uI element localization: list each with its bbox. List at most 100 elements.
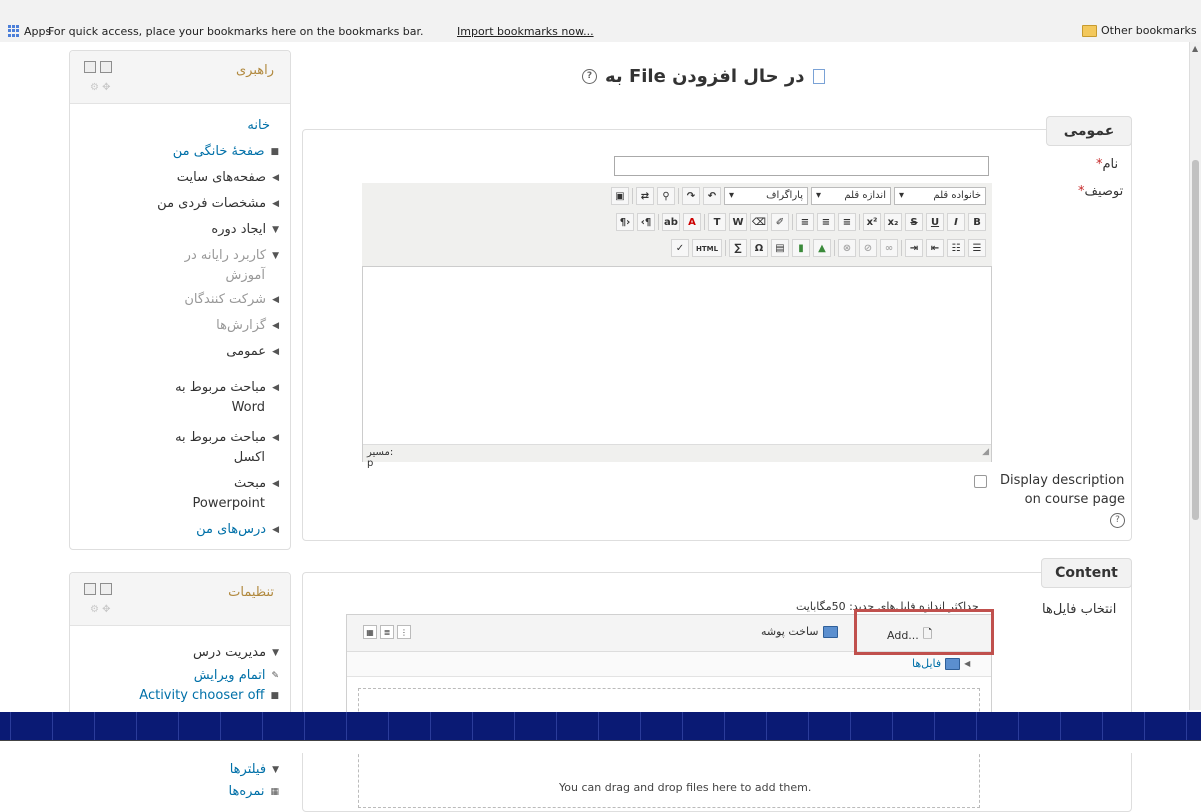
move-icon[interactable]: ⚙ ✥ <box>90 604 111 615</box>
nav-item[interactable]: ◀ شرکت کنندگان <box>184 292 279 307</box>
redo-icon[interactable]: ↷ <box>682 187 700 205</box>
text-color-icon[interactable]: A <box>683 213 701 231</box>
nav-item[interactable]: ◀ گزارش‌ها <box>216 318 279 333</box>
navigation-block-header: راهبری ⚙ ✥ <box>70 51 290 104</box>
underline-icon[interactable]: U <box>926 213 944 231</box>
tree-view-icon[interactable]: ⋮ <box>397 625 411 639</box>
find-icon[interactable]: ⚲ <box>657 187 675 205</box>
toolbar-separator <box>792 214 793 230</box>
nav-item[interactable]: ◀ مباحث مربوط به <box>175 430 279 445</box>
subscript-icon[interactable]: x₂ <box>884 213 902 231</box>
content-legend[interactable]: Content <box>1041 558 1132 588</box>
nav-item[interactable]: آموزش <box>226 268 279 283</box>
scroll-up-arrow-icon[interactable]: ▲ <box>1192 44 1198 53</box>
manage-files-icon[interactable]: ▤ <box>771 239 789 257</box>
nav-item-label: اکسل <box>233 450 265 465</box>
settings-marker-icon: ✎ <box>271 670 279 681</box>
settings-item[interactable]: ▦ نمره‌ها <box>229 784 279 799</box>
general-legend[interactable]: عمومی <box>1046 116 1132 146</box>
numbered-list-icon[interactable]: ☷ <box>947 239 965 257</box>
nav-item[interactable]: ◀ مباحث مربوط به <box>175 380 279 395</box>
font-size-select[interactable]: اندازه قلم ▾ <box>811 187 891 205</box>
settings-item[interactable]: ✎ اتمام ویرایش <box>194 668 279 683</box>
import-bookmarks-link[interactable]: Import bookmarks now... <box>457 25 594 38</box>
display-description-checkbox[interactable] <box>974 475 987 488</box>
path-files-link[interactable]: فایل‌ها ◀ <box>912 657 970 670</box>
paste-text-icon[interactable]: T <box>708 213 726 231</box>
nav-item[interactable]: ◀ درس‌های من <box>196 522 279 537</box>
nav-item[interactable]: اکسل <box>234 450 279 465</box>
font-family-select[interactable]: خانواده قلم ▾ <box>894 187 986 205</box>
icons-view-icon[interactable]: ▦ <box>363 625 377 639</box>
nav-item[interactable]: ■ صفحهٔ خانگی من <box>173 144 279 159</box>
italic-icon[interactable]: I <box>947 213 965 231</box>
link-icon[interactable]: ∞ <box>880 239 898 257</box>
media-icon[interactable]: ▮ <box>792 239 810 257</box>
nav-item-label: آموزش <box>225 268 265 283</box>
nav-item-label: مشخصات فردی من <box>157 196 267 211</box>
nav-item[interactable]: Word <box>232 400 279 415</box>
create-folder-button[interactable]: ساخت پوشه <box>761 625 838 638</box>
apps-grid-icon[interactable] <box>8 25 20 37</box>
other-bookmarks[interactable]: Other bookmarks <box>1082 24 1197 37</box>
indent-icon[interactable]: ⇥ <box>905 239 923 257</box>
nav-item[interactable]: ◀ صفحه‌های سایت <box>177 170 279 185</box>
nav-item[interactable]: ▼ کاربرد رایانه در <box>185 248 279 263</box>
list-view-icon[interactable]: ≣ <box>380 625 394 639</box>
collapse-icon[interactable] <box>100 61 112 73</box>
name-field[interactable] <box>614 156 989 176</box>
clean-format-icon[interactable]: ✐ <box>771 213 789 231</box>
paste-word-icon[interactable]: W <box>729 213 747 231</box>
dock-icon[interactable] <box>84 583 96 595</box>
dock-icon[interactable] <box>84 61 96 73</box>
path-arrow-icon: ◀ <box>964 659 971 668</box>
bullet-list-icon[interactable]: ☰ <box>968 239 986 257</box>
nav-marker-icon: ◀ <box>272 320 279 331</box>
superscript-icon[interactable]: x² <box>863 213 881 231</box>
nav-item[interactable]: Powerpoint <box>193 496 279 511</box>
html-source-icon[interactable]: HTML <box>692 239 722 257</box>
collapse-icon[interactable] <box>100 583 112 595</box>
nav-item[interactable]: ◀ عمومی <box>226 344 279 359</box>
fullscreen-icon[interactable]: ▣ <box>611 187 629 205</box>
nolink-icon[interactable]: ⊗ <box>838 239 856 257</box>
settings-item[interactable]: ▼ مدیریت درس <box>193 645 279 660</box>
align-left-icon[interactable]: ≡ <box>838 213 856 231</box>
nav-item[interactable]: ◀ مشخصات فردی من <box>157 196 279 211</box>
display-description-label: Display description on course page ? <box>1000 471 1125 528</box>
scrollbar-thumb[interactable] <box>1192 160 1199 520</box>
ltr-icon[interactable]: ¶› <box>637 213 655 231</box>
unlink-icon[interactable]: ⊘ <box>859 239 877 257</box>
highlight-color-icon[interactable]: ab <box>662 213 680 231</box>
nav-item-label: Powerpoint <box>192 496 265 511</box>
help-icon[interactable]: ? <box>582 69 597 84</box>
settings-item[interactable]: ▼ فیلترها <box>230 762 279 777</box>
settings-item-label: نمره‌ها <box>228 784 265 799</box>
move-icon[interactable]: ⚙ ✥ <box>90 82 111 93</box>
paragraph-select[interactable]: پاراگراف ▾ <box>724 187 808 205</box>
align-right-icon[interactable]: ≡ <box>796 213 814 231</box>
replace-icon[interactable]: ⇄ <box>636 187 654 205</box>
rtl-icon[interactable]: ‹¶ <box>616 213 634 231</box>
settings-item[interactable]: ■ Activity chooser off <box>139 688 279 703</box>
nav-item[interactable]: ▼ ایجاد دوره <box>211 222 279 237</box>
strikethrough-icon[interactable]: S <box>905 213 923 231</box>
eraser-icon[interactable]: ⌫ <box>750 213 768 231</box>
nav-home-link[interactable]: خانه <box>170 118 270 133</box>
toolbar-separator <box>725 240 726 256</box>
special-char-icon[interactable]: Ω <box>750 239 768 257</box>
bold-icon[interactable]: B <box>968 213 986 231</box>
spellcheck-icon[interactable]: ✓ <box>671 239 689 257</box>
folder-icon <box>945 657 961 670</box>
toolbar-separator <box>704 214 705 230</box>
align-center-icon[interactable]: ≡ <box>817 213 835 231</box>
resize-handle-icon[interactable]: ◢ <box>982 447 989 457</box>
help-icon[interactable]: ? <box>1110 513 1125 528</box>
nav-item-label: Word <box>231 400 265 415</box>
nav-item[interactable]: ◀ مبحث <box>234 476 279 491</box>
undo-icon[interactable]: ↶ <box>703 187 721 205</box>
equation-icon[interactable]: ∑ <box>729 239 747 257</box>
image-icon[interactable]: ▲ <box>813 239 831 257</box>
nav-item-label: درس‌های من <box>196 522 267 537</box>
outdent-icon[interactable]: ⇤ <box>926 239 944 257</box>
